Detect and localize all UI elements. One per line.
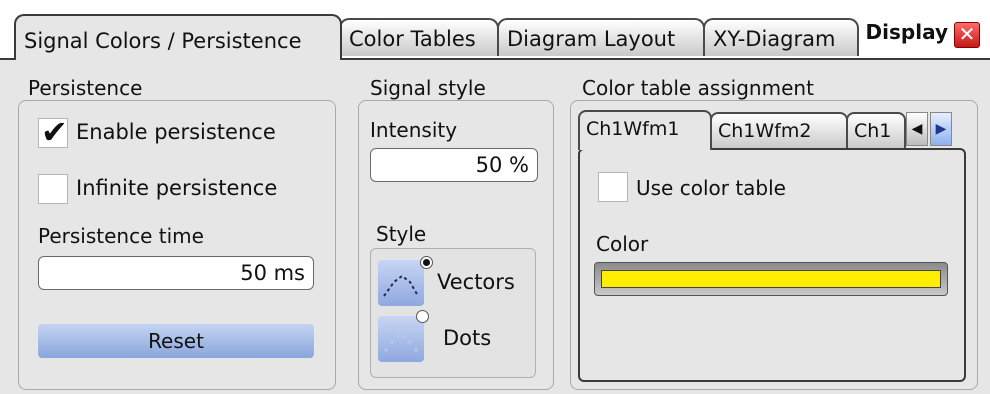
- color-picker-field[interactable]: [594, 262, 948, 296]
- dots-radio[interactable]: [416, 310, 429, 323]
- vectors-radio[interactable]: [420, 256, 433, 269]
- dialog-title: Display: [865, 20, 948, 44]
- tab-ch1wfm2[interactable]: Ch1Wfm2: [710, 112, 848, 148]
- infinite-persistence-checkbox[interactable]: [38, 174, 68, 204]
- vectors-style-icon: [383, 274, 419, 297]
- checkmark-icon: ✔: [41, 113, 68, 151]
- dialog-content: Persistence ✔ Enable persistence Infinit…: [0, 58, 990, 394]
- color-table-assignment-title: Color table assignment: [582, 76, 814, 100]
- close-icon[interactable]: ✕: [954, 22, 980, 48]
- signal-style-title: Signal style: [370, 76, 486, 100]
- dots-style-icon: [384, 334, 418, 352]
- tab-color-tables[interactable]: Color Tables: [339, 18, 499, 56]
- color-swatch: [601, 270, 941, 288]
- tab-strip: Signal Colors / Persistence Color Tables…: [0, 0, 990, 60]
- vectors-label: Vectors: [437, 270, 515, 294]
- intensity-field[interactable]: 50 %: [370, 148, 538, 182]
- tab-ch1wfm1[interactable]: Ch1Wfm1: [578, 110, 712, 150]
- scroll-right-icon[interactable]: ▶: [930, 112, 952, 146]
- use-color-table-label: Use color table: [636, 176, 786, 200]
- reset-button[interactable]: Reset: [38, 324, 314, 358]
- tab-xy-diagram[interactable]: XY-Diagram: [703, 18, 859, 56]
- style-label: Style: [376, 222, 427, 246]
- infinite-persistence-label: Infinite persistence: [76, 176, 278, 200]
- persistence-time-label: Persistence time: [38, 224, 204, 248]
- color-label: Color: [596, 232, 649, 256]
- tab-diagram-layout[interactable]: Diagram Layout: [497, 18, 705, 56]
- tab-ch1-truncated[interactable]: Ch1: [846, 112, 906, 148]
- dots-label: Dots: [443, 326, 492, 350]
- enable-persistence-checkbox[interactable]: ✔: [38, 113, 68, 151]
- tab-signal-colors-persistence[interactable]: Signal Colors / Persistence: [14, 14, 342, 60]
- scroll-left-icon[interactable]: ◀: [906, 112, 928, 146]
- vectors-option[interactable]: [378, 260, 424, 306]
- persistence-time-field[interactable]: 50 ms: [38, 256, 314, 290]
- dots-option[interactable]: [378, 316, 424, 362]
- use-color-table-checkbox[interactable]: [598, 172, 628, 202]
- intensity-label: Intensity: [370, 118, 458, 142]
- enable-persistence-label: Enable persistence: [76, 120, 276, 144]
- persistence-title: Persistence: [28, 76, 143, 100]
